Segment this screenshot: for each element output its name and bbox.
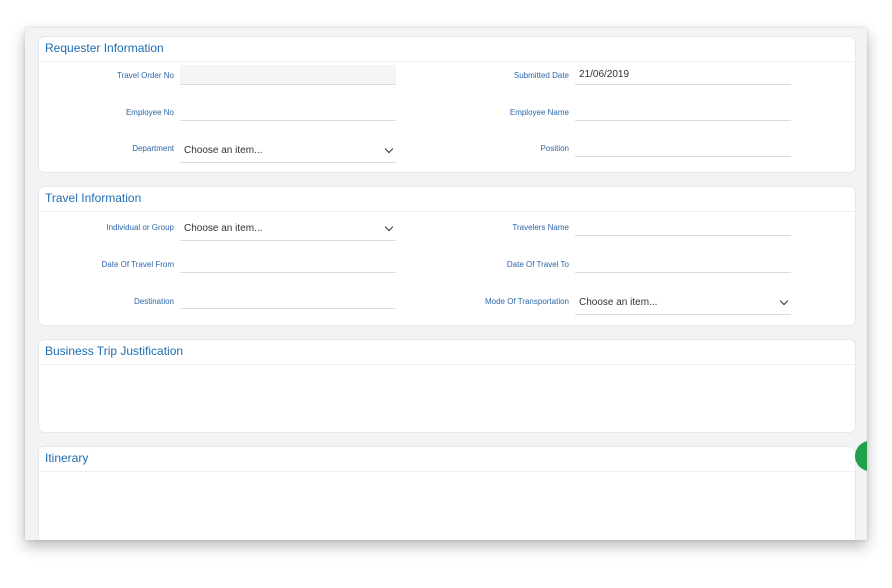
travelers-name-label: Travelers Name xyxy=(512,223,569,232)
department-select[interactable]: Choose an item... xyxy=(180,139,396,163)
employee-name-label: Employee Name xyxy=(509,108,569,117)
individual-or-group-select[interactable]: Choose an item... xyxy=(180,217,396,241)
section-title: Travel Information xyxy=(45,191,142,205)
floating-action-button[interactable] xyxy=(855,441,867,471)
requester-information-section: Requester Information Travel Order No Su… xyxy=(38,36,856,173)
department-selected-value: Choose an item... xyxy=(184,145,263,156)
section-title: Itinerary xyxy=(45,451,89,465)
travel-order-no-field[interactable] xyxy=(180,65,396,85)
position-field[interactable] xyxy=(575,137,791,157)
divider xyxy=(39,61,855,62)
section-title: Requester Information xyxy=(45,41,164,55)
individual-or-group-selected-value: Choose an item... xyxy=(184,223,263,234)
travel-order-no-label: Travel Order No xyxy=(116,71,174,80)
mode-of-transportation-select[interactable]: Choose an item... xyxy=(575,291,791,315)
individual-or-group-label: Individual or Group xyxy=(106,223,174,232)
mode-of-transportation-selected-value: Choose an item... xyxy=(579,297,658,308)
destination-label: Destination xyxy=(133,297,174,306)
employee-name-field[interactable] xyxy=(575,101,791,121)
chevron-down-icon xyxy=(384,144,394,154)
form-container: Requester Information Travel Order No Su… xyxy=(25,28,867,540)
divider xyxy=(39,471,855,472)
employee-no-label: Employee No xyxy=(125,108,174,117)
date-of-travel-from-label: Date Of Travel From xyxy=(101,260,174,269)
submitted-date-label: Submitted Date xyxy=(513,71,569,80)
date-of-travel-from-field[interactable] xyxy=(180,253,396,273)
chevron-down-icon xyxy=(384,222,394,232)
date-of-travel-to-label: Date Of Travel To xyxy=(506,260,569,269)
department-label: Department xyxy=(132,144,174,153)
submitted-date-field[interactable]: 21/06/2019 xyxy=(575,65,791,85)
mode-of-transportation-label: Mode Of Transportation xyxy=(484,297,569,306)
employee-no-field[interactable] xyxy=(180,101,396,121)
travel-information-section: Travel Information Individual or Group C… xyxy=(38,186,856,326)
destination-field[interactable] xyxy=(180,289,396,309)
divider xyxy=(39,364,855,365)
travelers-name-field[interactable] xyxy=(575,216,791,236)
position-label: Position xyxy=(540,144,569,153)
itinerary-section: Itinerary xyxy=(38,446,856,540)
section-title: Business Trip Justification xyxy=(45,344,184,358)
business-trip-justification-section: Business Trip Justification xyxy=(38,339,856,433)
divider xyxy=(39,211,855,212)
chevron-down-icon xyxy=(779,296,789,306)
date-of-travel-to-field[interactable] xyxy=(575,253,791,273)
